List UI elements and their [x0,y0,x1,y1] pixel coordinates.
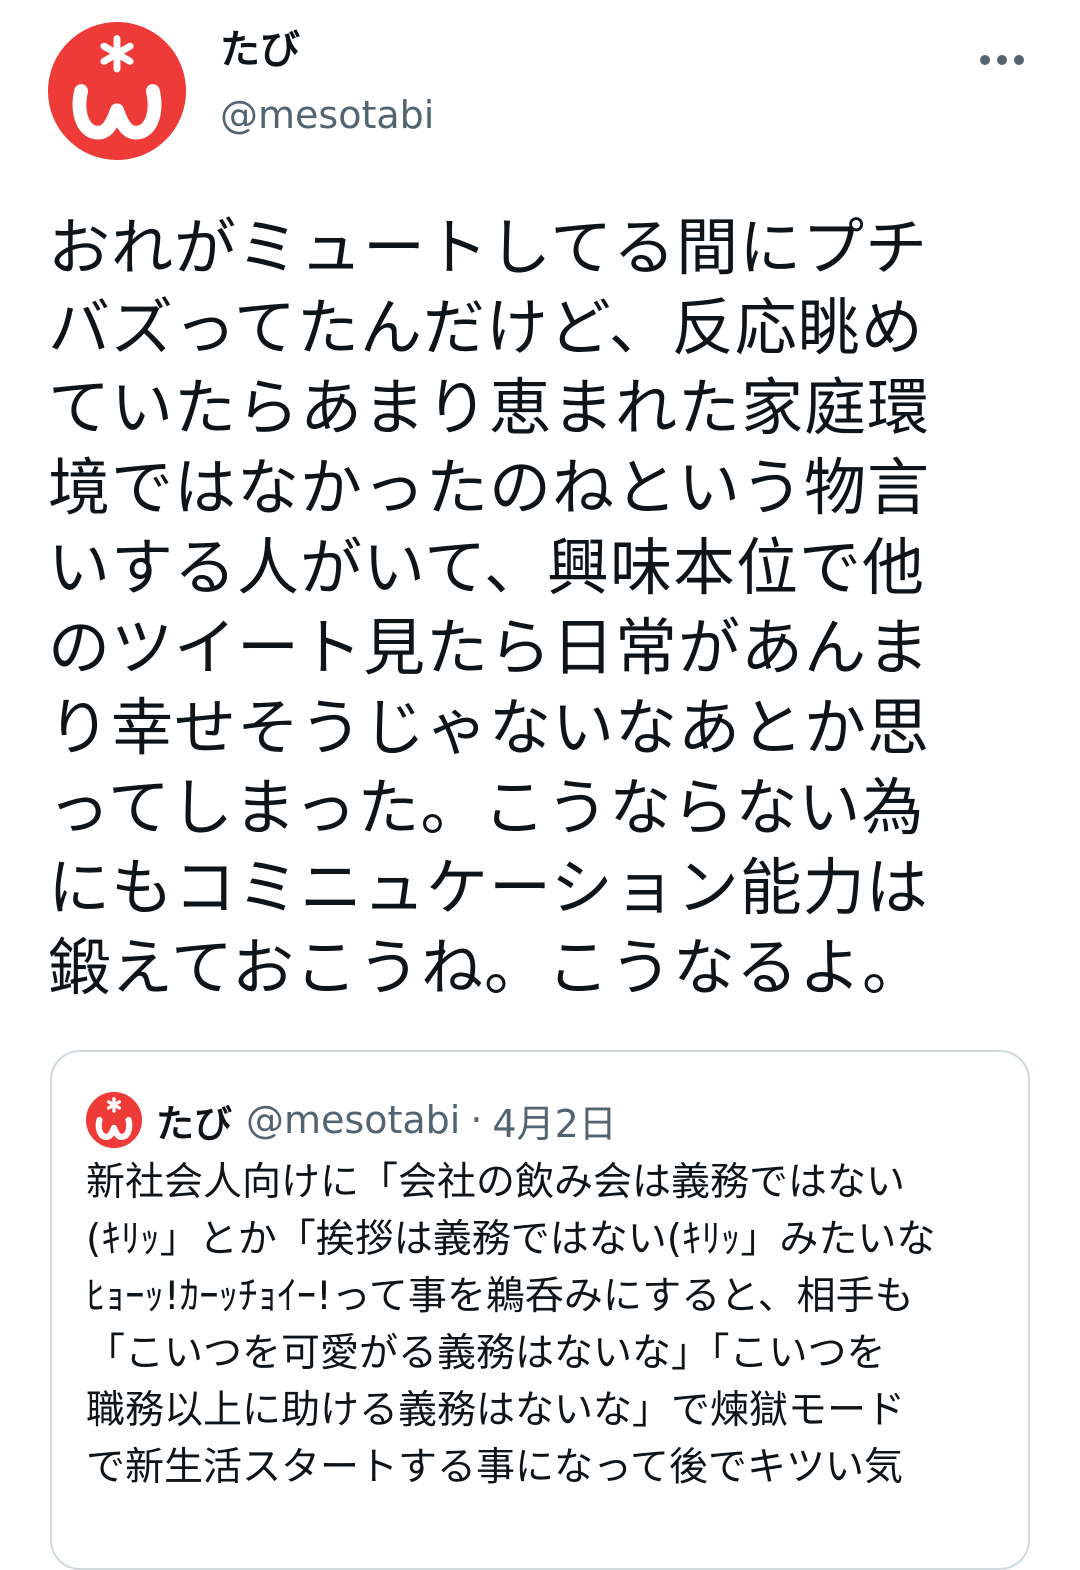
separator-dot: · [470,1098,483,1142]
quoted-tweet-card[interactable]: たび @mesotabi · 4月2日 新社会人向けに「会社の飲み会は義務ではな… [50,1050,1030,1570]
more-horizontal-icon [980,55,1024,65]
tweet-text: おれがミュートしてる間にプチ バズってたんだけど、反応眺め ていたらあまり恵まれ… [48,211,931,1004]
quoted-display-name: たび [156,1101,233,1146]
author-display-name[interactable]: たび [220,30,300,70]
quoted-date: 4月2日 [492,1101,617,1146]
omega-asterisk-logo-icon [86,1092,142,1148]
avatar[interactable] [48,22,186,160]
author-handle[interactable]: @mesotabi [220,96,434,134]
omega-asterisk-logo-icon [48,22,186,160]
quoted-avatar [86,1092,142,1148]
quoted-handle: @mesotabi [246,1098,461,1142]
quoted-tweet-text: 新社会人向けに「会社の飲み会は義務ではない (ｷﾘｯ」とか「挨拶は義務ではない(… [86,1160,936,1490]
quoted-tweet-header: たび @mesotabi · 4月2日 [156,1092,617,1148]
more-options-button[interactable] [972,42,1032,78]
